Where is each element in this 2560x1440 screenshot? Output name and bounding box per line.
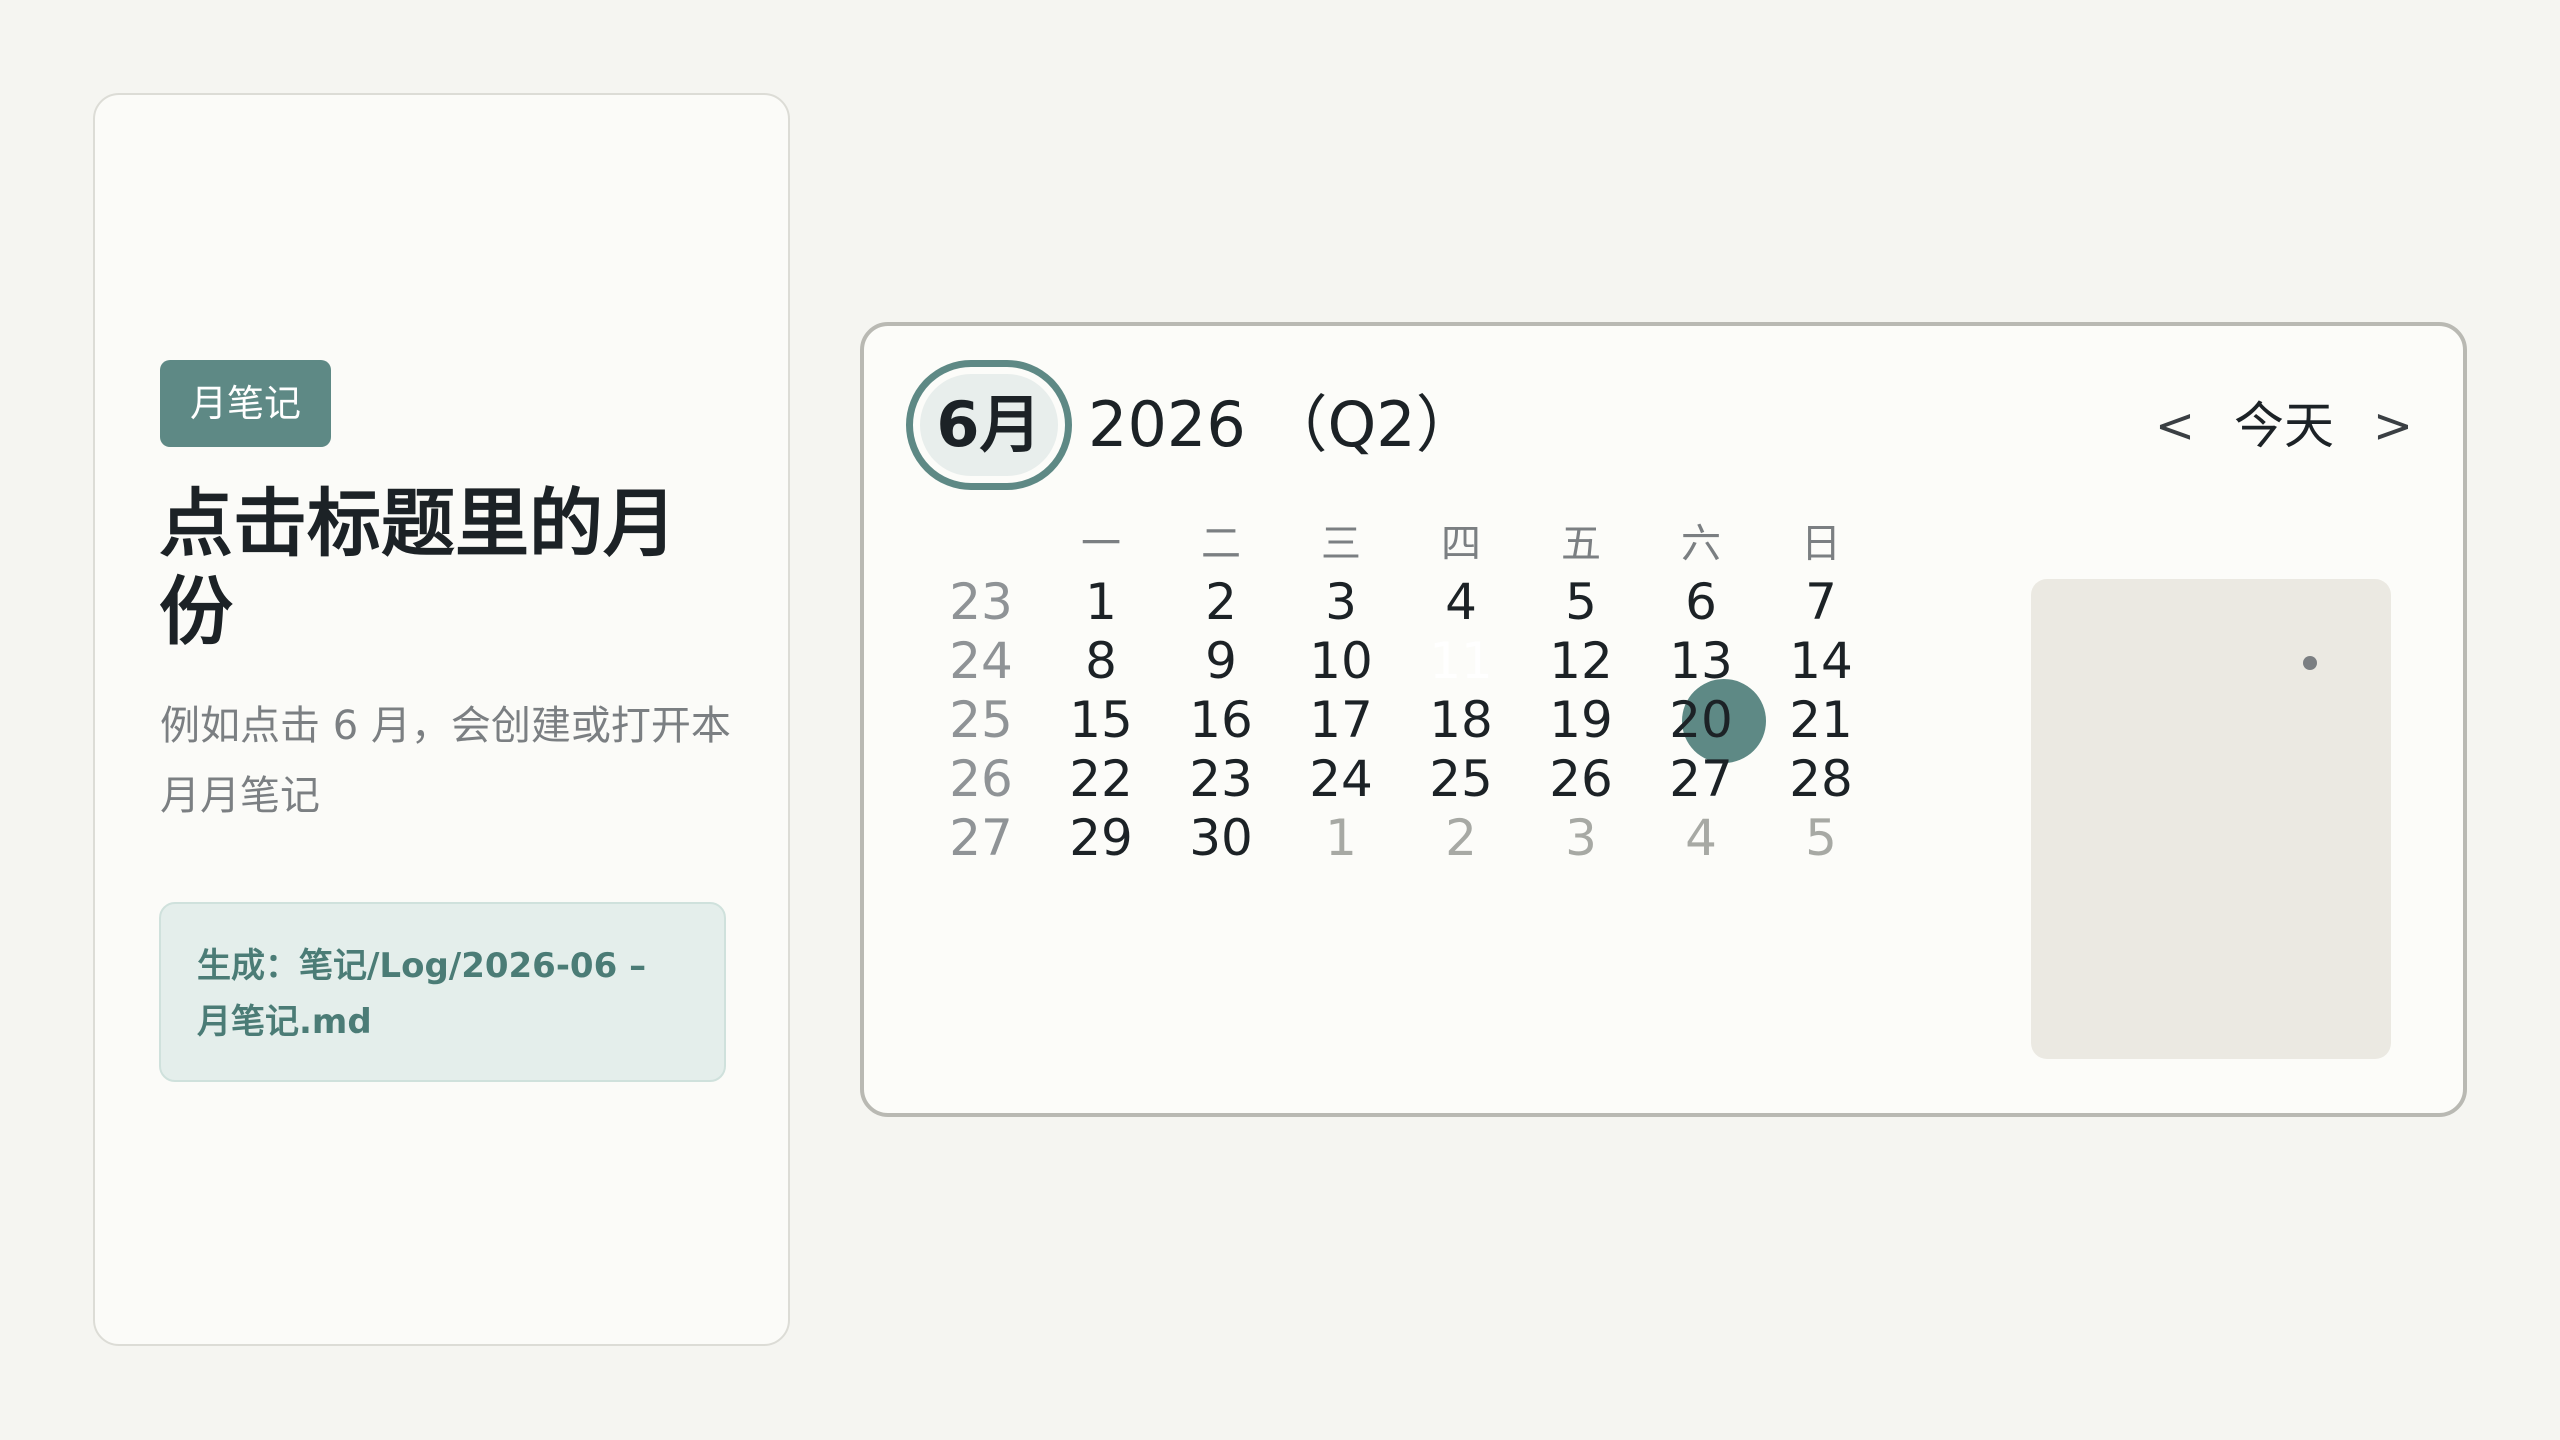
explainer-title: 点击标题里的月份 [159,481,677,655]
day-cell[interactable]: 29 [1041,793,1161,883]
day-cell-other-month[interactable]: 3 [1521,793,1641,883]
day-cell[interactable]: 30 [1161,793,1281,883]
generated-path-box: 生成：笔记/Log/2026-06 – 月笔记.md [159,902,726,1082]
day-cell-other-month[interactable]: 5 [1761,793,1881,883]
prev-month-button[interactable]: < [2150,386,2200,466]
explainer-description: 例如点击 6 月，会创建或打开本月月笔记 [160,703,731,819]
month-title-button[interactable]: 6月 [906,360,1072,490]
today-button[interactable]: 今天 [2224,386,2344,466]
day-cell-other-month[interactable]: 4 [1641,793,1761,883]
week-number[interactable]: 27 [921,793,1041,883]
monthly-note-tag: 月笔记 [160,360,331,447]
calendar-widget: 6月 2026 （Q2） < 今天 > 一二三四五六日 23 1 2 3 4 5 6 7 24 8… [860,322,2467,1117]
generated-path-text: 生成：笔记/Log/2026-06 – 月笔记.md [197,946,647,1042]
next-month-button[interactable]: > [2368,386,2418,466]
day-cell-other-month[interactable]: 2 [1401,793,1521,883]
year-quarter-title: 2026 （Q2） [1088,388,1478,461]
explainer-card: 月笔记 点击标题里的月份 例如点击 6 月，会创建或打开本月月笔记 生成：笔记/… [93,93,790,1346]
note-indicator-dot [2303,656,2317,670]
weekend-highlight [2031,579,2391,1059]
day-cell-other-month[interactable]: 1 [1281,793,1401,883]
